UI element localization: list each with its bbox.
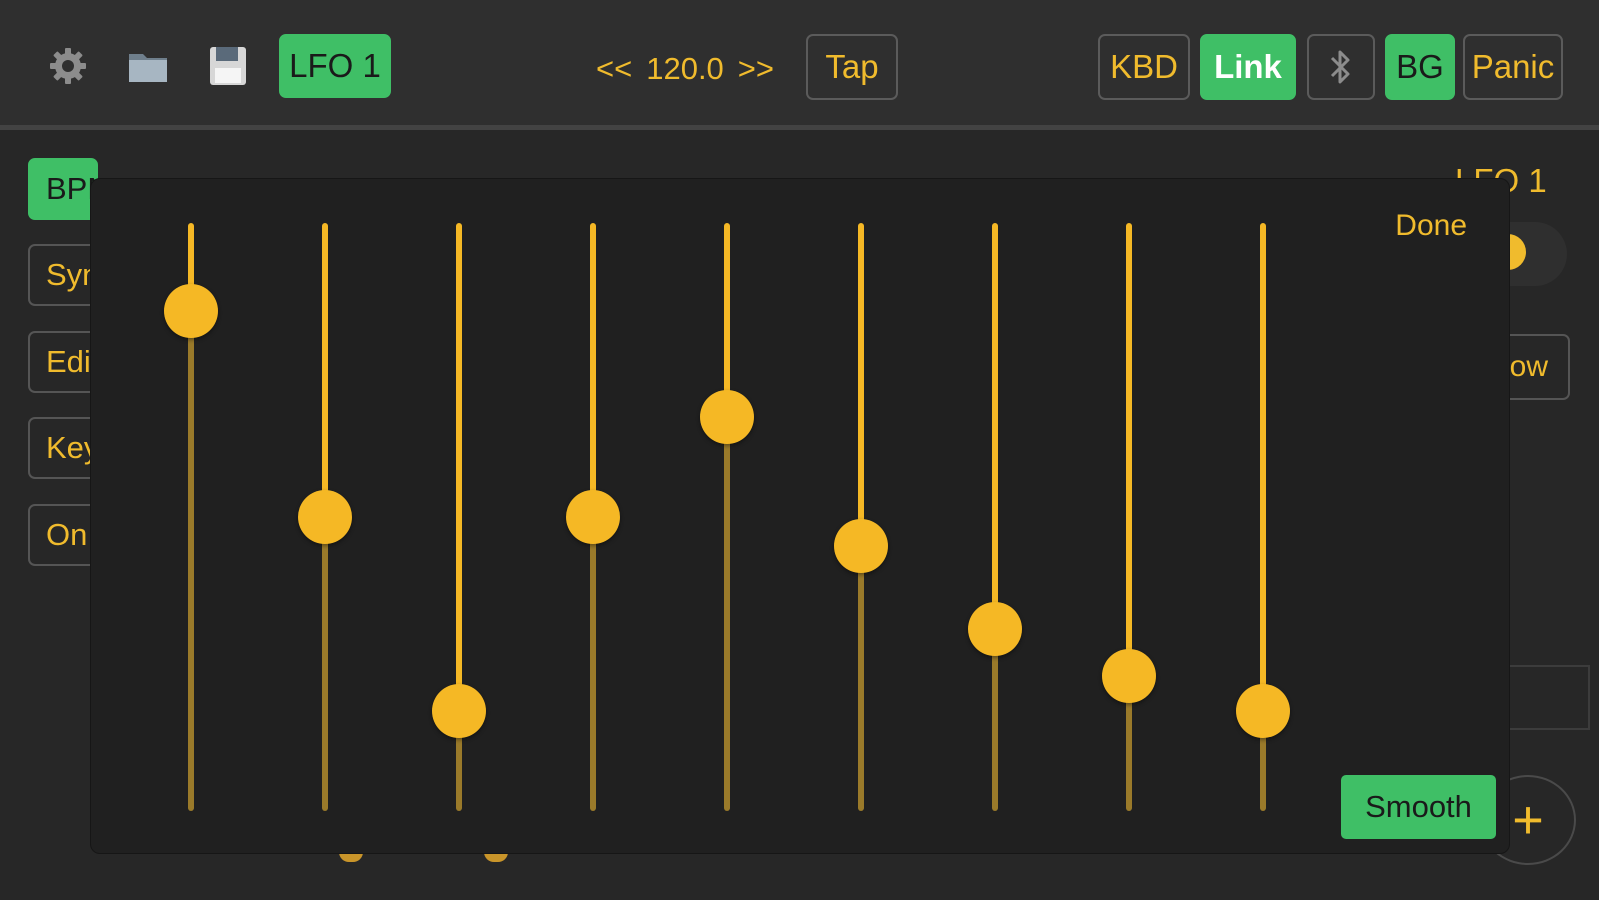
step-editor-panel: Done Smooth (90, 178, 1510, 854)
step-slider-5[interactable] (697, 223, 757, 811)
bluetooth-icon (1330, 50, 1350, 84)
folder-icon[interactable] (126, 44, 170, 88)
slider-thumb[interactable] (700, 390, 754, 445)
side-button-bpm[interactable]: BPM (28, 158, 98, 220)
step-slider-9[interactable] (1233, 223, 1293, 811)
gear-icon[interactable] (46, 44, 90, 88)
slider-thumb[interactable] (968, 601, 1022, 656)
slider-track-lower (724, 417, 730, 811)
slider-thumb[interactable] (432, 684, 486, 739)
side-button-edit[interactable]: Edit (28, 331, 98, 393)
slider-thumb[interactable] (834, 519, 888, 574)
tempo-down-button[interactable]: << (596, 51, 632, 87)
kbd-button[interactable]: KBD (1098, 34, 1190, 100)
side-button-sync[interactable]: Sync (28, 244, 98, 306)
slider-track-lower (188, 311, 194, 811)
link-button[interactable]: Link (1200, 34, 1296, 100)
tempo-up-button[interactable]: >> (738, 51, 774, 87)
panic-button[interactable]: Panic (1463, 34, 1563, 100)
step-slider-2[interactable] (295, 223, 355, 811)
done-button[interactable]: Done (1395, 209, 1467, 243)
smooth-button[interactable]: Smooth (1341, 775, 1496, 839)
slider-track-upper (456, 223, 462, 712)
tempo-control: << 120.0 >> (596, 44, 774, 94)
slider-thumb[interactable] (1102, 648, 1156, 703)
slider-track-lower (322, 517, 328, 811)
side-button-key[interactable]: Key (28, 417, 98, 479)
slider-track-upper (590, 223, 596, 517)
slider-track-lower (992, 628, 998, 811)
floppy-disk-icon[interactable] (206, 44, 250, 88)
slider-track-upper (992, 223, 998, 629)
lfo-select-button[interactable]: LFO 1 (279, 34, 391, 98)
side-button-on[interactable]: On (28, 504, 98, 566)
slider-track-lower (858, 546, 864, 811)
slider-thumb[interactable] (1236, 684, 1290, 739)
slider-thumb[interactable] (298, 490, 352, 544)
slider-track-lower (590, 517, 596, 811)
step-slider-7[interactable] (965, 223, 1025, 811)
step-slider-8[interactable] (1099, 223, 1159, 811)
tap-tempo-button[interactable]: Tap (806, 34, 898, 100)
tempo-value[interactable]: 120.0 (646, 51, 724, 87)
slider-track-upper (724, 223, 730, 418)
bluetooth-button[interactable] (1307, 34, 1375, 100)
slider-track-upper (1126, 223, 1132, 676)
step-slider-1[interactable] (161, 223, 221, 811)
step-slider-4[interactable] (563, 223, 623, 811)
slider-track-upper (858, 223, 864, 547)
slider-track-upper (1260, 223, 1266, 712)
step-slider-3[interactable] (429, 223, 489, 811)
slider-thumb[interactable] (164, 284, 218, 339)
top-toolbar: LFO 1 << 120.0 >> Tap KBD Link BG Panic (0, 0, 1599, 130)
bg-button[interactable]: BG (1385, 34, 1455, 100)
slider-thumb[interactable] (566, 490, 620, 544)
slider-track-upper (322, 223, 328, 517)
step-slider-6[interactable] (831, 223, 891, 811)
